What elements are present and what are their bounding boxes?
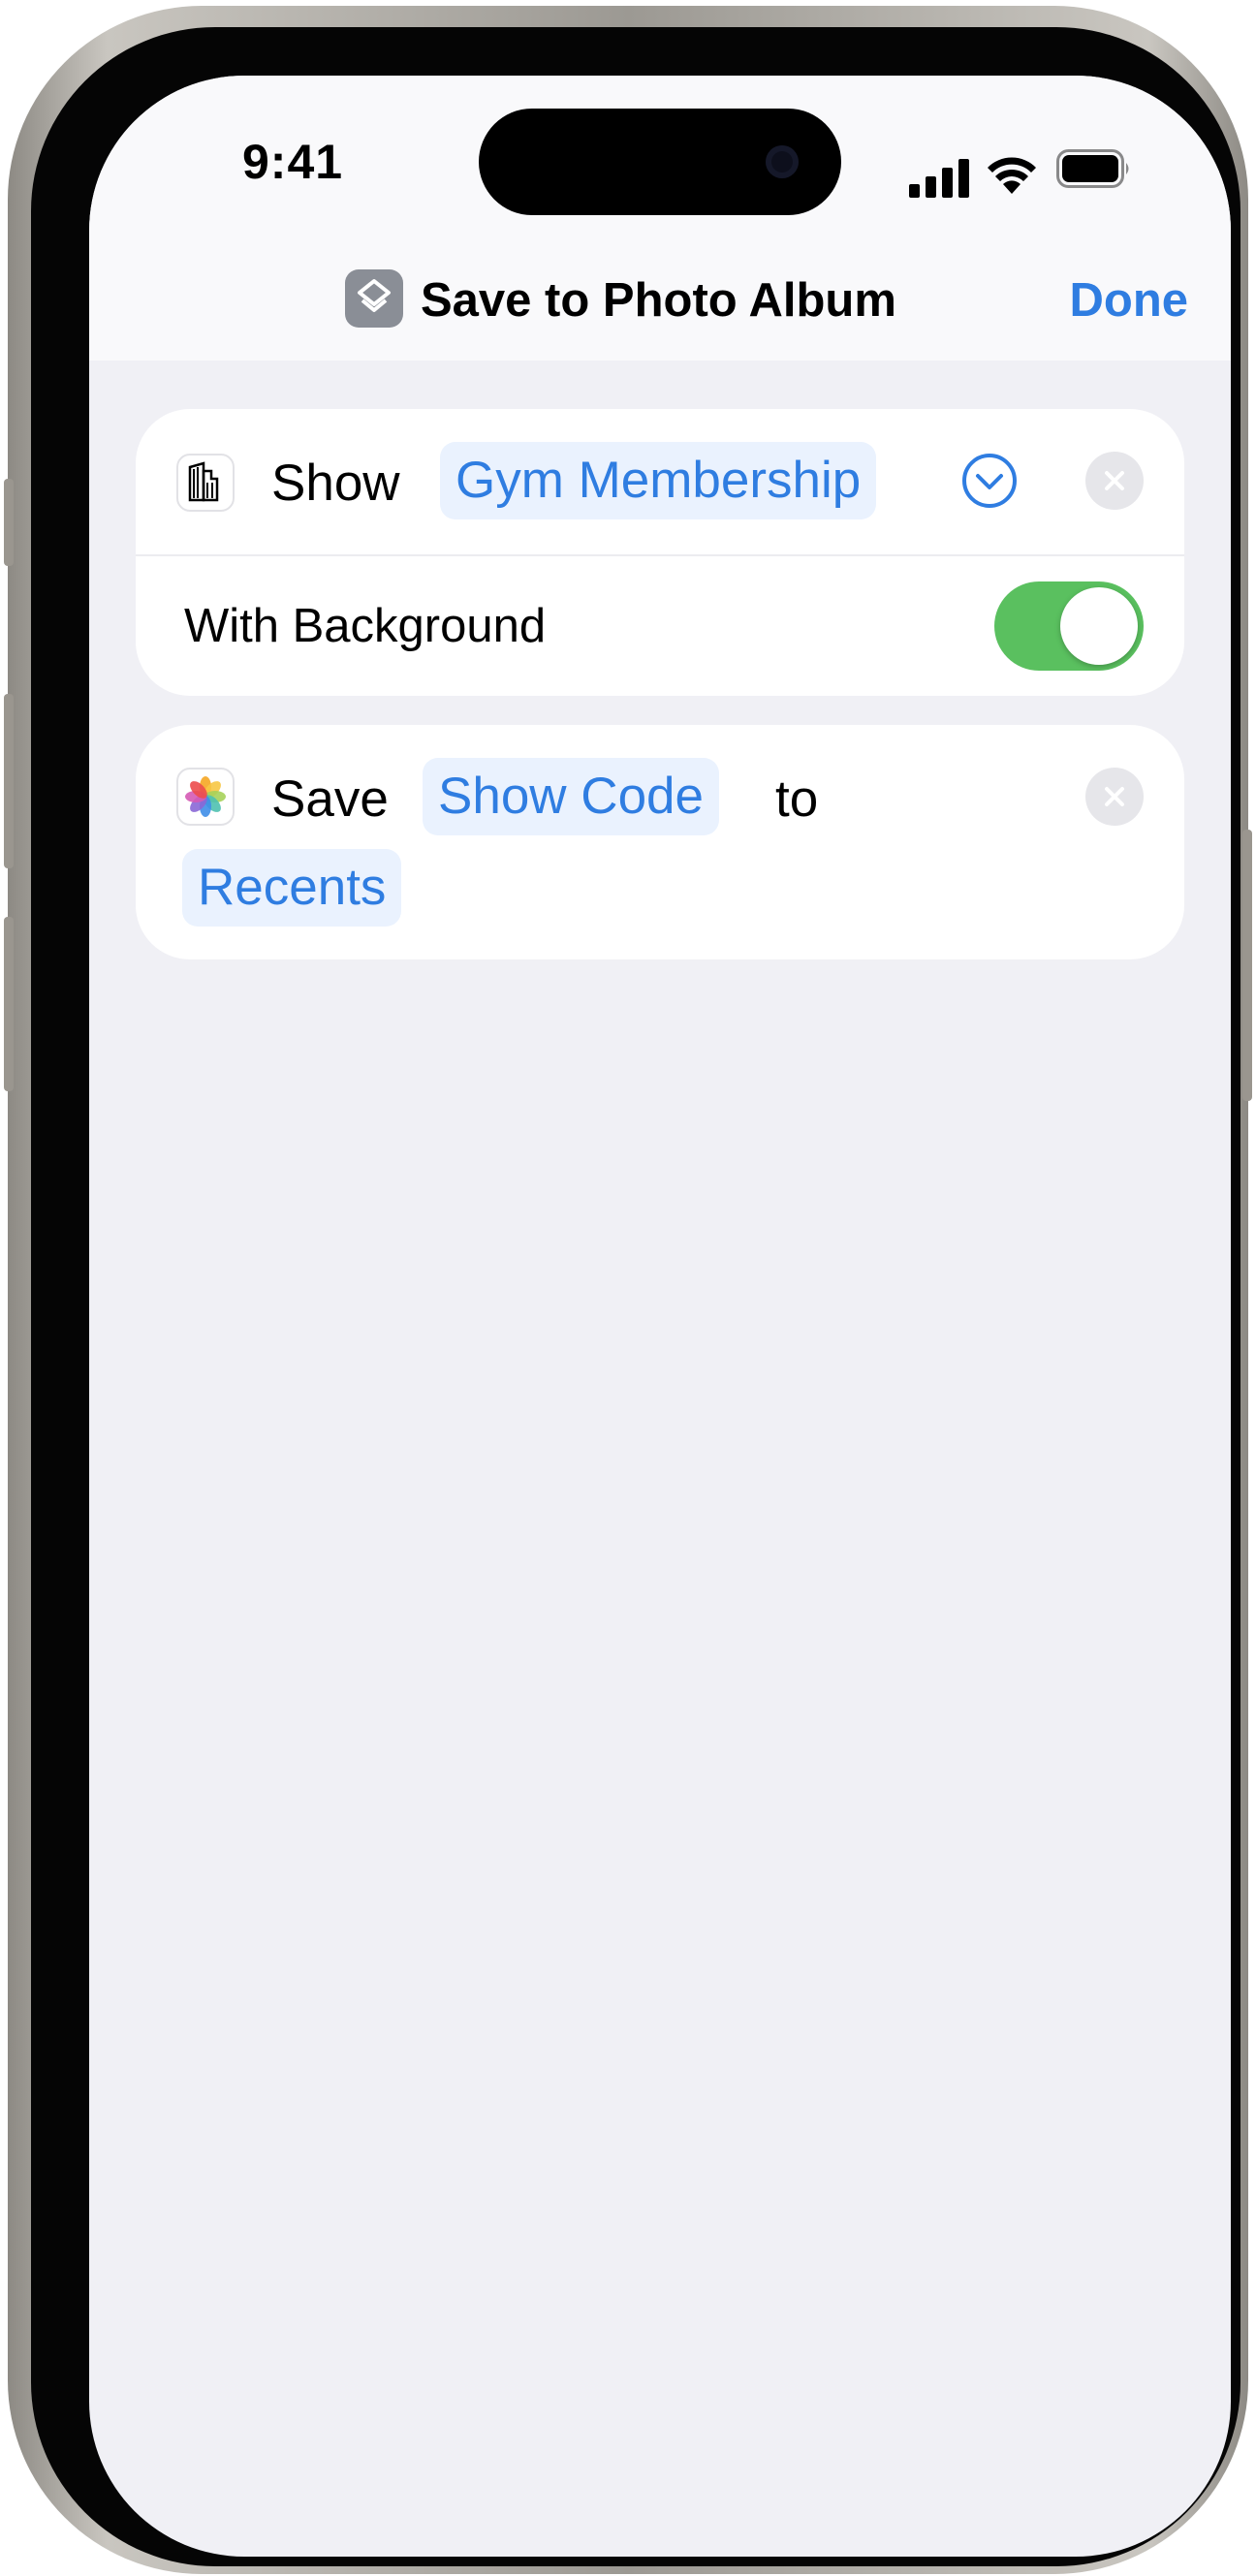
connector-text: to xyxy=(775,770,819,828)
image-parameter-token[interactable]: Show Code xyxy=(423,758,720,835)
done-button[interactable]: Done xyxy=(1070,273,1189,328)
cellular-signal-icon xyxy=(909,159,969,198)
power-button xyxy=(1242,830,1252,1101)
bezel: 9:41 Save to Photo Album Done Show Gym M… xyxy=(31,27,1240,2566)
action-verb: Show xyxy=(271,455,400,512)
action-button xyxy=(4,479,14,566)
shortcut-title[interactable]: Save to Photo Album xyxy=(421,273,896,328)
show-action-card: Show Gym Membership With Background xyxy=(136,409,1184,696)
chevron-down-icon[interactable] xyxy=(961,453,1018,509)
volume-up-button xyxy=(4,694,14,868)
remove-action-button[interactable] xyxy=(1085,452,1144,510)
divider xyxy=(136,554,1184,556)
volume-down-button xyxy=(4,917,14,1091)
battery-icon xyxy=(1056,149,1129,188)
status-bar: 9:41 xyxy=(89,76,1231,250)
save-action-card: Save Show Code to Recents xyxy=(136,725,1184,959)
with-background-toggle[interactable] xyxy=(994,581,1144,671)
phone-frame: 9:41 Save to Photo Album Done Show Gym M… xyxy=(4,6,1252,2574)
with-background-label: With Background xyxy=(184,600,547,652)
screen: 9:41 Save to Photo Album Done Show Gym M… xyxy=(89,76,1231,2557)
shortcuts-icon[interactable] xyxy=(345,269,403,328)
photos-icon xyxy=(176,768,235,826)
wifi-icon xyxy=(988,157,1036,194)
close-icon xyxy=(1105,787,1124,806)
toggle-knob xyxy=(1060,587,1138,665)
dynamic-island xyxy=(479,109,841,215)
action-verb: Save xyxy=(271,770,389,828)
close-icon xyxy=(1105,471,1124,490)
pass-parameter-token[interactable]: Gym Membership xyxy=(440,442,877,519)
navigation-bar: Save to Photo Album Done xyxy=(89,250,1231,361)
front-camera xyxy=(766,145,799,178)
wallet-pass-icon xyxy=(176,454,235,512)
album-parameter-token[interactable]: Recents xyxy=(182,849,402,927)
status-time: 9:41 xyxy=(242,135,344,189)
remove-action-button[interactable] xyxy=(1085,768,1144,826)
